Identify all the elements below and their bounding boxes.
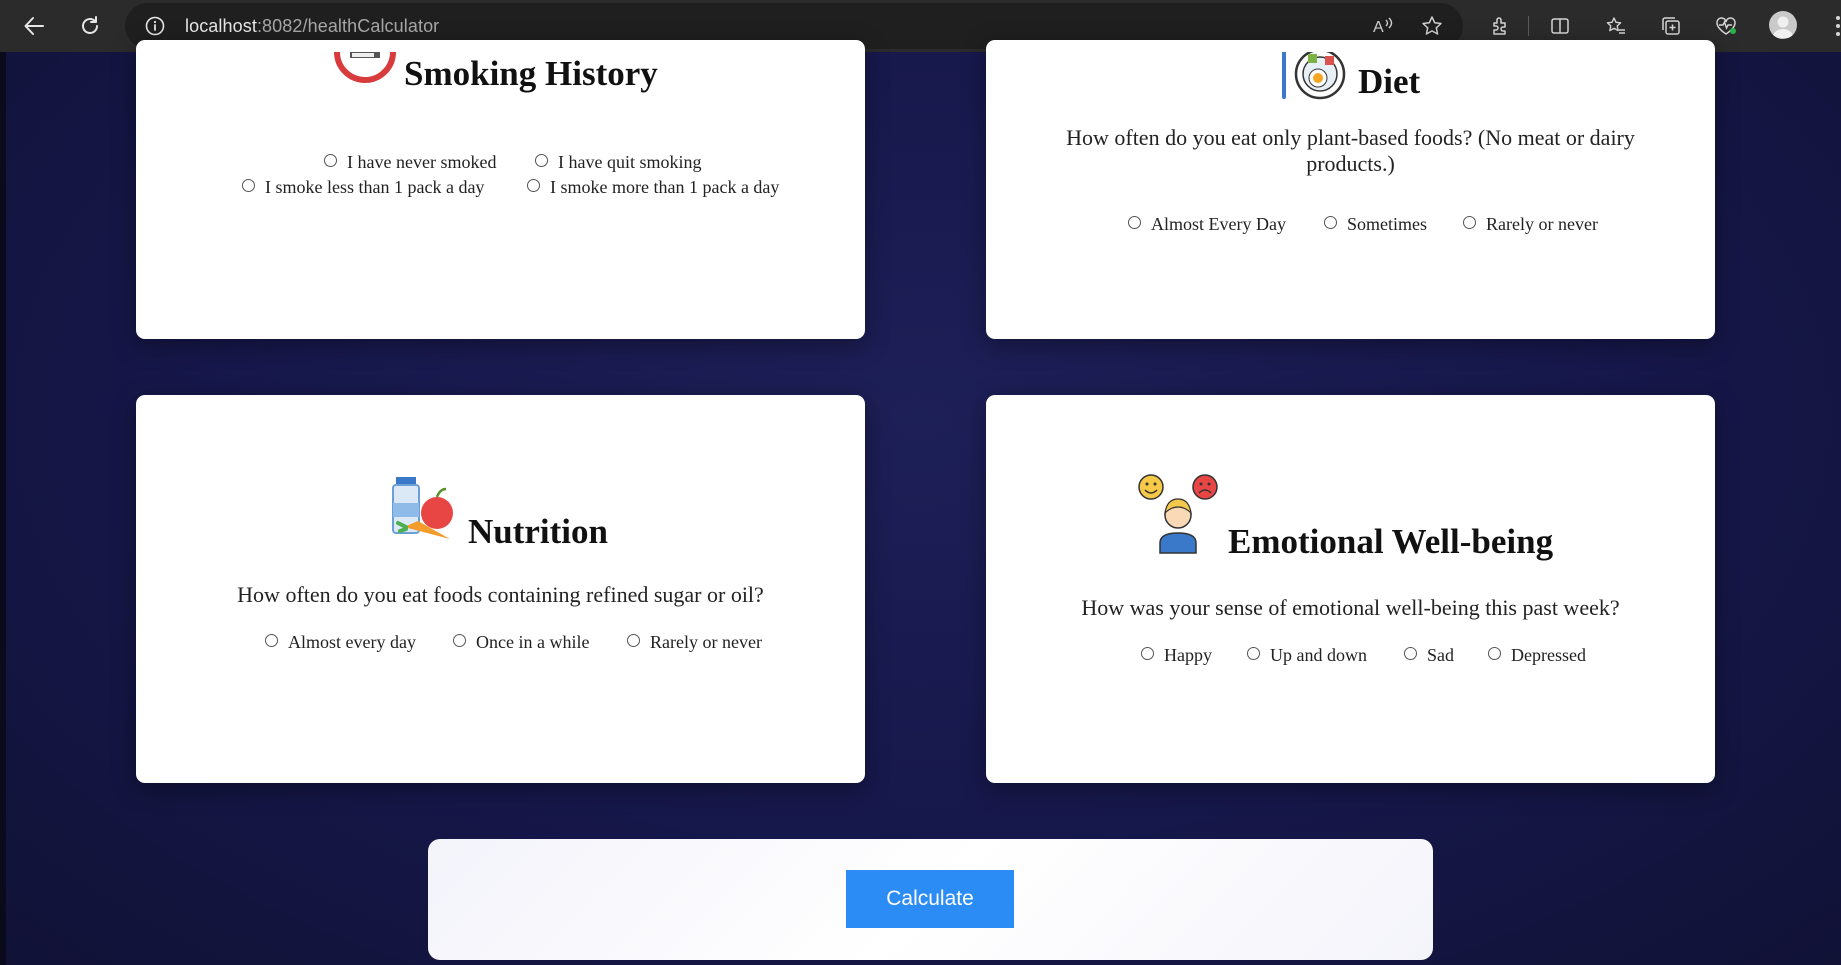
favorite-star-icon[interactable] [1420,14,1444,38]
option-less-than-pack[interactable]: I smoke less than 1 pack a day [242,177,484,198]
radio-button[interactable] [453,634,466,647]
option-label: Sometimes [1347,214,1427,234]
question-text: How was your sense of emotional well-bei… [1081,595,1620,620]
option-rarely-or-never[interactable]: Rarely or never [1463,214,1598,235]
option-label: I have never smoked [347,152,497,172]
option-label: Sad [1427,645,1454,665]
window-edge [0,52,6,965]
calculate-panel: Calculate [428,839,1433,960]
url-host: localhost [185,16,257,36]
radio-button[interactable] [1128,216,1141,229]
radio-button[interactable] [535,154,548,167]
radio-button[interactable] [1463,216,1476,229]
option-sometimes[interactable]: Sometimes [1324,214,1427,235]
nutrition-food-icon [390,475,458,548]
card-title: Emotional Well-being [1228,522,1554,561]
extensions-icon[interactable] [1486,12,1514,40]
option-label: Almost every day [288,632,416,652]
option-happy[interactable]: Happy [1141,645,1212,666]
radio-button[interactable] [1324,216,1337,229]
option-never-smoked[interactable]: I have never smoked [324,152,496,173]
card-title: Diet [1358,62,1421,101]
option-label: Up and down [1270,645,1367,665]
option-rarely-or-never[interactable]: Rarely or never [627,632,762,653]
option-label: Almost Every Day [1151,214,1286,234]
option-almost-every-day[interactable]: Almost Every Day [1128,214,1286,235]
url-text[interactable]: localhost:8082/healthCalculator [185,16,439,37]
url-path: :8082/healthCalculator [256,16,440,36]
option-depressed[interactable]: Depressed [1488,645,1586,666]
browser-essentials-icon[interactable] [1712,12,1740,40]
option-sad[interactable]: Sad [1404,645,1454,666]
svg-text:A: A [1373,19,1384,36]
profile-avatar[interactable] [1769,11,1797,39]
radio-button[interactable] [265,634,278,647]
site-info-icon[interactable] [145,16,165,41]
radio-button[interactable] [1247,647,1260,660]
nutrition-card: Nutrition How often do you eat foods con… [136,395,865,783]
option-quit-smoking[interactable]: I have quit smoking [535,152,701,173]
option-up-and-down[interactable]: Up and down [1247,645,1367,666]
read-aloud-icon[interactable]: A [1371,14,1395,38]
radio-button[interactable] [242,179,255,192]
radio-button[interactable] [527,179,540,192]
diet-plate-icon [1280,48,1350,107]
emotions-person-icon [1138,473,1222,560]
option-label: Rarely or never [1486,214,1598,234]
option-almost-every-day[interactable]: Almost every day [265,632,416,653]
card-title: Smoking History [404,54,658,93]
favorites-list-icon[interactable] [1602,12,1630,40]
toolbar-separator [1528,16,1529,36]
refresh-icon[interactable] [74,10,106,42]
question-text: How often do you eat only plant-based fo… [1066,125,1635,176]
card-title: Nutrition [468,512,608,551]
smoking-history-card: Smoking History I have never smoked I ha… [136,40,865,339]
more-options-icon[interactable] [1826,14,1841,38]
split-screen-icon[interactable] [1546,12,1574,40]
radio-button[interactable] [1141,647,1154,660]
option-label: I have quit smoking [558,152,702,172]
option-label: I smoke less than 1 pack a day [265,177,485,197]
radio-button[interactable] [1488,647,1501,660]
option-label: Depressed [1511,645,1586,665]
option-more-than-pack[interactable]: I smoke more than 1 pack a day [527,177,779,198]
option-label: Once in a while [476,632,590,652]
diet-card: Diet How often do you eat only plant-bas… [986,40,1715,339]
option-label: Rarely or never [650,632,762,652]
no-smoking-icon [334,50,396,107]
radio-button[interactable] [1404,647,1417,660]
back-icon[interactable] [18,10,50,42]
radio-button[interactable] [324,154,337,167]
option-once-in-a-while[interactable]: Once in a while [453,632,589,653]
radio-button[interactable] [627,634,640,647]
option-label: I smoke more than 1 pack a day [550,177,780,197]
calculate-button[interactable]: Calculate [846,870,1014,928]
collections-icon[interactable] [1657,12,1685,40]
emotional-wellbeing-card: Emotional Well-being How was your sense … [986,395,1715,783]
question-text: How often do you eat foods containing re… [237,582,764,607]
option-label: Happy [1164,645,1212,665]
